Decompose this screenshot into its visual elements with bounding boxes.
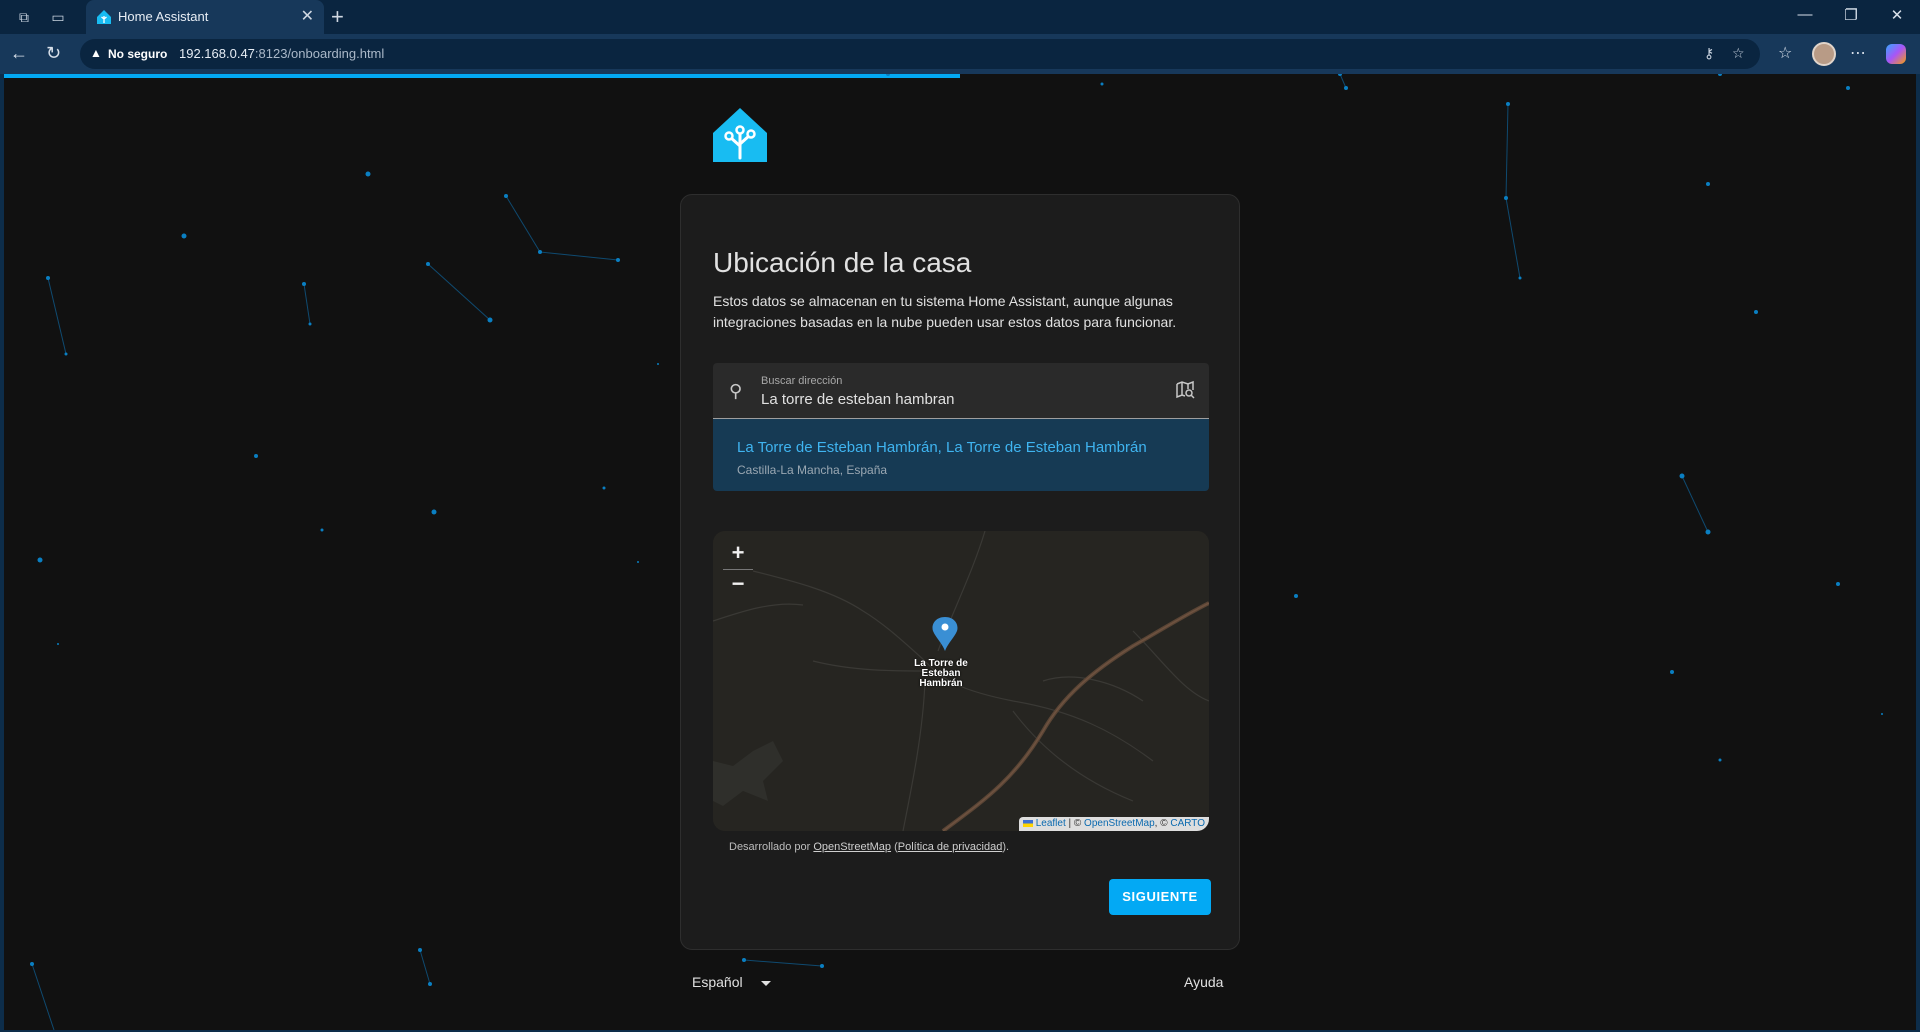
map-search-icon[interactable] bbox=[1175, 380, 1195, 400]
openstreetmap-link[interactable]: OpenStreetMap bbox=[813, 841, 891, 853]
home-assistant-favicon-icon bbox=[97, 10, 111, 24]
privacy-policy-link[interactable]: Política de privacidad bbox=[898, 841, 1003, 853]
favorites-icon[interactable]: ☆ bbox=[1778, 43, 1792, 63]
osm-credit: Desarrollado por OpenStreetMap (Política… bbox=[729, 841, 1010, 853]
address-suggestion[interactable]: La Torre de Esteban Hambrán, La Torre de… bbox=[713, 419, 1209, 491]
description-text: Estos datos se almacenan en tu sistema H… bbox=[713, 293, 1177, 330]
suggestion-primary: La Torre de Esteban Hambrán, La Torre de… bbox=[737, 439, 1147, 456]
help-link[interactable]: Ayuda bbox=[1184, 974, 1223, 990]
window-close-icon[interactable]: ✕ bbox=[1874, 6, 1920, 24]
restore-icon[interactable]: ❐ bbox=[1828, 6, 1874, 24]
language-selector[interactable]: Español bbox=[692, 974, 771, 990]
url-text[interactable]: 192.168.0.47:8123/onboarding.html bbox=[179, 46, 384, 61]
osm-attribution-link[interactable]: OpenStreetMap bbox=[1084, 818, 1155, 829]
zoom-in-button[interactable]: + bbox=[723, 539, 753, 569]
browser-toolbar: ← ↻ ▲ No seguro 192.168.0.47:8123/onboar… bbox=[0, 34, 1920, 74]
warning-icon: ▲ bbox=[90, 46, 102, 60]
tab-actions-icon[interactable]: ▭ bbox=[48, 7, 68, 27]
favorite-star-icon[interactable]: ☆ bbox=[1732, 45, 1745, 62]
search-input[interactable] bbox=[761, 391, 1141, 408]
map-place-label: La Torre de Esteban Hambrán bbox=[914, 658, 968, 689]
next-button[interactable]: SIGUIENTE bbox=[1109, 879, 1211, 915]
zoom-out-button[interactable]: − bbox=[723, 570, 753, 600]
home-assistant-logo-icon bbox=[713, 108, 767, 162]
chevron-down-icon bbox=[760, 980, 771, 986]
minimize-icon[interactable]: — bbox=[1782, 6, 1828, 23]
language-label: Español bbox=[692, 974, 743, 990]
search-icon: ⚲ bbox=[729, 381, 743, 401]
map-attribution: Leaflet | © OpenStreetMap, © CARTO bbox=[1018, 817, 1209, 831]
address-bar[interactable]: ▲ No seguro 192.168.0.47:8123/onboarding… bbox=[80, 39, 1760, 69]
page-title: Ubicación de la casa bbox=[713, 247, 972, 278]
onboarding-card: Ubicación de la casa Estos datos se alma… bbox=[680, 194, 1240, 950]
profile-avatar[interactable] bbox=[1812, 42, 1836, 66]
carto-link[interactable]: CARTO bbox=[1170, 818, 1205, 829]
more-menu-icon[interactable]: ⋯ bbox=[1850, 43, 1866, 63]
copilot-icon[interactable] bbox=[1886, 44, 1906, 64]
onboarding-page: Ubicación de la casa Estos datos se alma… bbox=[4, 74, 1916, 1030]
new-tab-icon[interactable]: + bbox=[331, 4, 344, 30]
workspaces-icon[interactable]: ⧉ bbox=[14, 7, 34, 27]
back-icon[interactable]: ← bbox=[10, 43, 28, 64]
ukraine-flag-icon bbox=[1022, 819, 1033, 827]
refresh-icon[interactable]: ↻ bbox=[46, 43, 61, 64]
tab-close-icon[interactable]: ✕ bbox=[301, 6, 314, 26]
map-zoom-controls: + − bbox=[723, 539, 753, 599]
browser-tab-bar: ⧉ ▭ Home Assistant ✕ + — ❐ ✕ bbox=[0, 0, 1920, 34]
suggestion-secondary: Castilla-La Mancha, España bbox=[737, 463, 888, 477]
tab-title: Home Assistant bbox=[118, 9, 209, 24]
leaflet-link[interactable]: Leaflet bbox=[1036, 818, 1066, 829]
security-label[interactable]: No seguro bbox=[108, 47, 167, 61]
search-label: Buscar dirección bbox=[761, 375, 843, 387]
browser-tab[interactable]: Home Assistant ✕ bbox=[86, 0, 324, 34]
key-icon[interactable]: ⚷ bbox=[1704, 45, 1714, 62]
address-search-field[interactable]: ⚲ Buscar dirección bbox=[713, 363, 1209, 419]
location-map[interactable]: + − La Torre de Esteban Hambrán Leaflet … bbox=[713, 531, 1209, 831]
